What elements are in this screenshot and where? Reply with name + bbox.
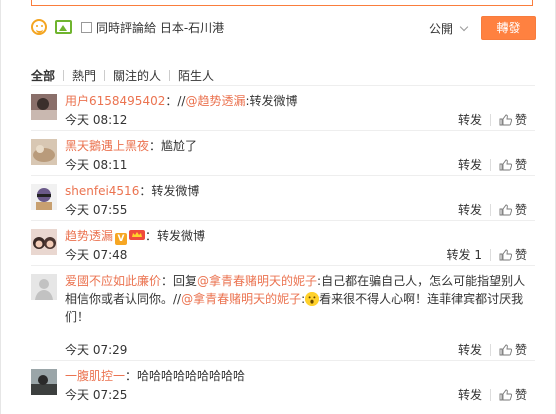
divider	[63, 70, 65, 81]
comment-input[interactable]	[31, 0, 533, 6]
like-button[interactable]: 赞	[515, 111, 527, 128]
like-button[interactable]: 赞	[515, 341, 527, 358]
avatar-image	[31, 369, 57, 395]
comment-actions: 转发 1 赞	[447, 246, 527, 263]
privacy-value: 公開	[429, 22, 454, 36]
repost-button[interactable]: 转发	[458, 156, 482, 173]
member-icon	[129, 230, 146, 240]
mention-link[interactable]: @趋势透漏	[185, 94, 245, 108]
avatar[interactable]	[31, 94, 57, 120]
comment-text: shenfei4516：转发微博	[65, 182, 533, 200]
timestamp: 今天 07:25	[65, 388, 128, 402]
divider	[489, 248, 491, 261]
mention-link[interactable]: @拿青春赌明天的妮子	[197, 274, 317, 288]
divider	[489, 388, 491, 401]
tab-strangers[interactable]: 陌生人	[178, 67, 214, 84]
user-link[interactable]: 黑天鵝遇上黑夜	[65, 139, 149, 153]
like-button[interactable]: 赞	[515, 201, 527, 218]
surprised-emoji-icon	[305, 292, 320, 306]
timestamp: 今天 08:11	[65, 158, 128, 172]
comment-text: 黑天鵝遇上黑夜：尴尬了	[65, 137, 533, 155]
divider	[489, 203, 491, 216]
tab-following[interactable]: 關注的人	[113, 67, 161, 84]
timestamp: 今天 07:55	[65, 203, 128, 217]
user-link[interactable]: 一腹肌控一	[65, 369, 125, 383]
user-link[interactable]: shenfei4516	[65, 184, 139, 198]
avatar[interactable]	[31, 229, 57, 255]
avatar-image	[31, 184, 57, 210]
comment-body: ：转发微博	[139, 184, 200, 198]
divider	[489, 158, 491, 171]
chevron-down-icon	[459, 22, 469, 32]
timestamp: 今天 07:48	[65, 248, 128, 262]
repost-button[interactable]: 转发	[458, 201, 482, 218]
repost-button[interactable]: 转发	[458, 111, 482, 128]
avatar[interactable]	[31, 369, 57, 395]
forward-button[interactable]: 轉發	[481, 16, 536, 40]
list-item: 黑天鵝遇上黑夜：尴尬了 今天 08:11 转发 赞	[31, 130, 535, 175]
compose-toolbar: 同時評論給 日本-石川港 公開 轉發	[31, 14, 536, 40]
comment-panel: 同時評論給 日本-石川港 公開 轉發 全部 熱門 關注的人 陌生人 用户6158…	[0, 0, 556, 414]
list-item: 用户6158495402：//@趋势透漏:转发微博 今天 08:12 转发 赞	[31, 85, 535, 130]
comment-body: ：回复	[161, 274, 198, 288]
comment-actions: 转发 赞	[458, 341, 527, 358]
emoticon-icon[interactable]	[31, 19, 47, 35]
divider	[169, 70, 171, 81]
comment-actions: 转发 赞	[458, 156, 527, 173]
comment-body: ：转发微博	[145, 229, 206, 243]
avatar[interactable]	[31, 274, 57, 300]
privacy-select[interactable]: 公開	[429, 20, 469, 37]
comment-body: :转发微博	[245, 94, 298, 108]
avatar[interactable]	[31, 184, 57, 210]
avatar-image	[31, 94, 57, 120]
list-item: 爱國不应如此廉价：回复@拿青春赌明天的妮子:自己都在骗自己人，怎么可能指望别人相…	[31, 265, 535, 360]
list-item: 趋势透漏 V ：转发微博 今天 07:48 转发 1 赞	[31, 220, 535, 265]
avatar[interactable]	[31, 139, 57, 165]
list-item: 一腹肌控一：哈哈哈哈哈哈哈哈哈 今天 07:25 转发 赞	[31, 360, 535, 410]
repost-button[interactable]: 转发	[458, 386, 482, 403]
comment-body: ：//	[165, 94, 186, 108]
list-item: shenfei4516：转发微博 今天 07:55 转发 赞	[31, 175, 535, 220]
repost-button[interactable]: 转发 1	[447, 246, 482, 263]
tab-all[interactable]: 全部	[31, 67, 55, 84]
comment-list: 用户6158495402：//@趋势透漏:转发微博 今天 08:12 转发 赞 …	[31, 85, 535, 410]
sync-label: 同時評論給 日本-石川港	[96, 20, 225, 35]
comment-text: 爱國不应如此廉价：回复@拿青春赌明天的妮子:自己都在骗自己人，怎么可能指望别人相…	[65, 272, 533, 326]
filter-tabs: 全部 熱門 關注的人 陌生人	[31, 67, 214, 84]
comment-body: ：哈哈哈哈哈哈哈哈哈	[125, 369, 246, 383]
timestamp: 今天 07:29	[65, 343, 128, 357]
thumbs-up-icon[interactable]	[499, 204, 512, 216]
timestamp: 今天 08:12	[65, 113, 128, 127]
user-link[interactable]: 用户6158495402	[65, 94, 165, 108]
image-icon[interactable]	[55, 20, 72, 34]
thumbs-up-icon[interactable]	[499, 249, 512, 261]
comment-actions: 转发 赞	[458, 111, 527, 128]
thumbs-up-icon[interactable]	[499, 344, 512, 356]
avatar-image	[31, 229, 57, 255]
divider	[104, 70, 106, 81]
like-button[interactable]: 赞	[515, 156, 527, 173]
like-button[interactable]: 赞	[515, 386, 527, 403]
comment-actions: 转发 赞	[458, 386, 527, 403]
tab-hot[interactable]: 熱門	[72, 67, 96, 84]
comment-text: 用户6158495402：//@趋势透漏:转发微博	[65, 92, 533, 110]
like-button[interactable]: 赞	[515, 246, 527, 263]
verified-badge: V	[115, 233, 128, 245]
thumbs-up-icon[interactable]	[499, 114, 512, 126]
mention-link[interactable]: @拿青春赌明天的妮子	[181, 292, 301, 306]
user-link[interactable]: 趋势透漏	[65, 229, 113, 243]
thumbs-up-icon[interactable]	[499, 389, 512, 401]
comment-text: 趋势透漏 V ：转发微博	[65, 227, 533, 245]
divider	[489, 113, 491, 126]
comment-body: ：尴尬了	[149, 139, 198, 153]
comment-actions: 转发 赞	[458, 201, 527, 218]
avatar-image	[31, 274, 57, 300]
avatar-image	[31, 139, 57, 165]
user-link[interactable]: 爱國不应如此廉价	[65, 274, 161, 288]
comment-text: 一腹肌控一：哈哈哈哈哈哈哈哈哈	[65, 367, 533, 385]
repost-button[interactable]: 转发	[458, 341, 482, 358]
divider	[489, 343, 491, 356]
sync-checkbox[interactable]	[81, 21, 92, 33]
thumbs-up-icon[interactable]	[499, 159, 512, 171]
